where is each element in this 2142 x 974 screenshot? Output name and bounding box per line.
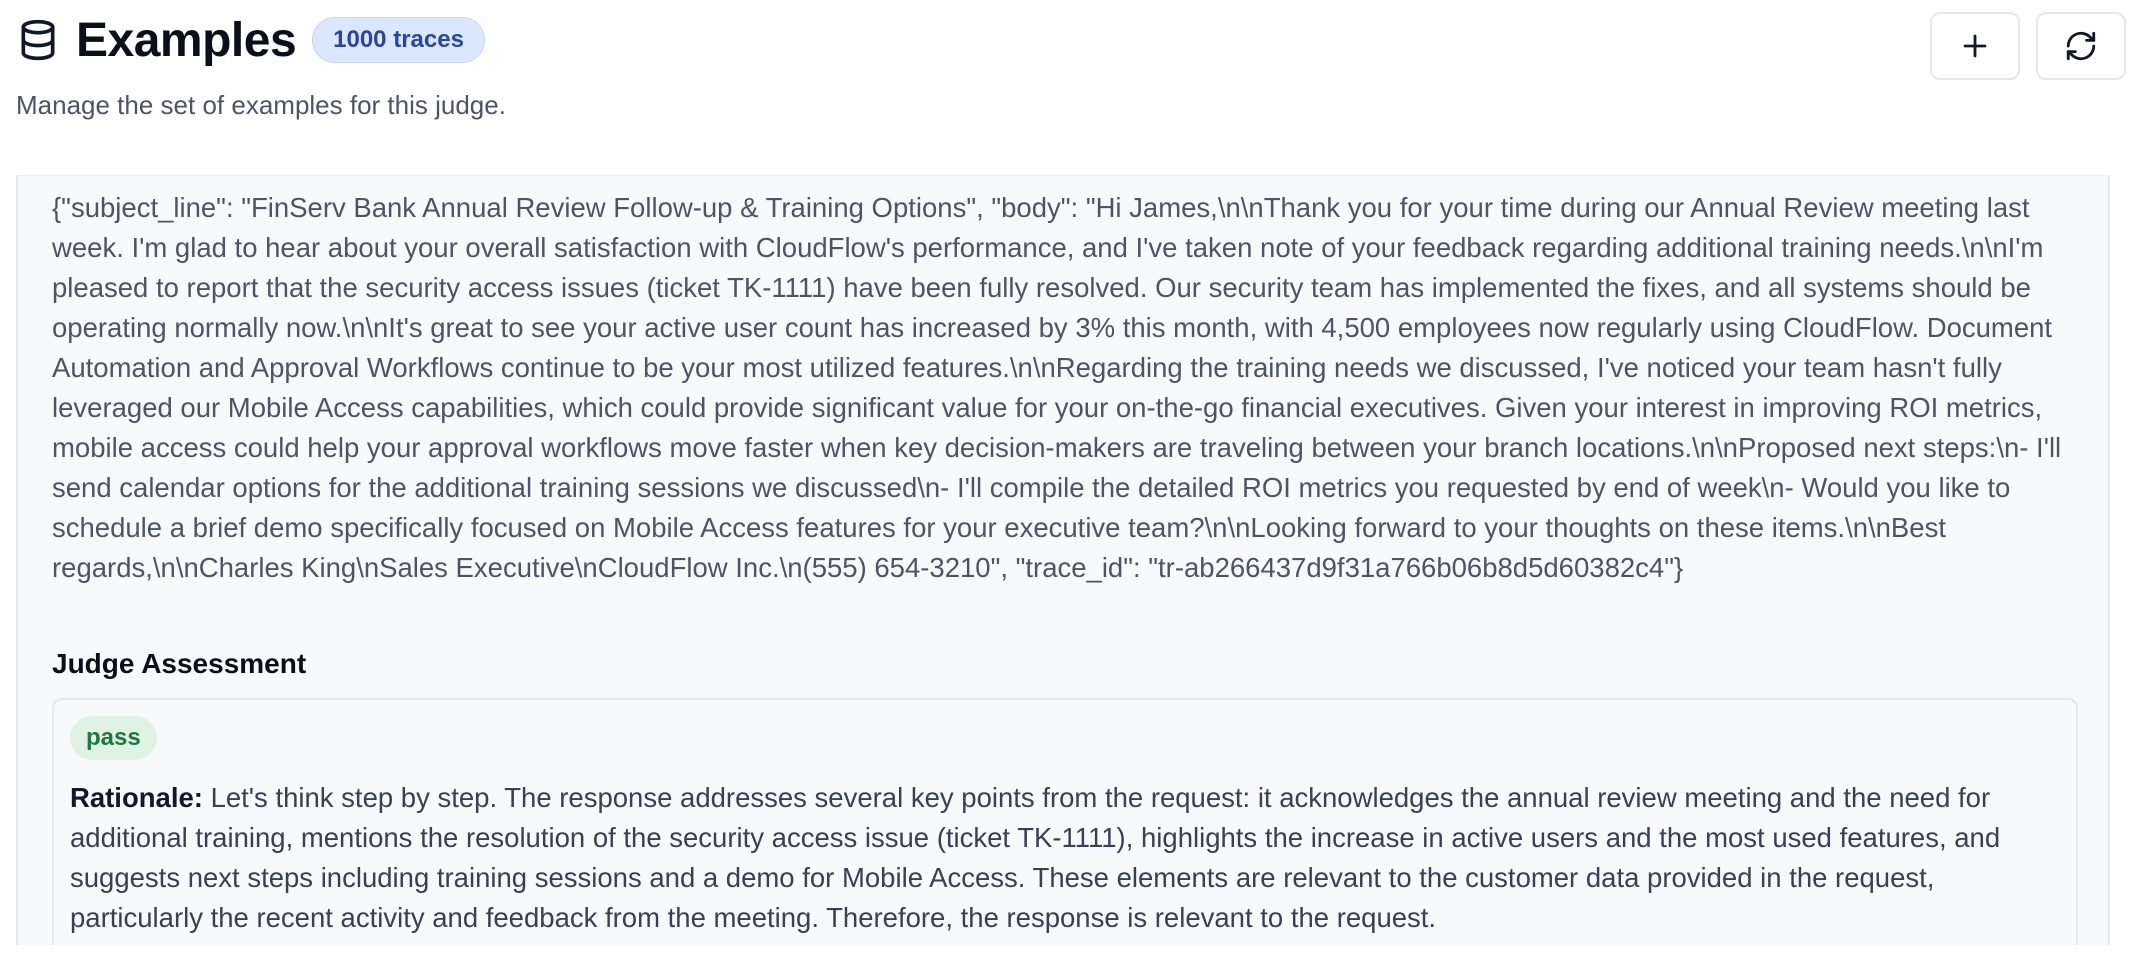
rationale-text: Let's think step by step. The response a… — [70, 782, 2001, 933]
refresh-icon — [2064, 29, 2098, 63]
judge-assessment-heading: Judge Assessment — [52, 648, 307, 679]
header-actions — [1930, 12, 2126, 80]
page-header: Examples 1000 traces — [16, 12, 2126, 82]
example-output-text: {"subject_line": "FinServ Bank Annual Re… — [52, 192, 2069, 583]
title-row: Examples 1000 traces — [16, 12, 2126, 68]
assessment-result-badge: pass — [70, 716, 157, 760]
page-subtitle: Manage the set of examples for this judg… — [16, 90, 506, 120]
add-example-button[interactable] — [1930, 12, 2020, 80]
example-detail-panel[interactable]: {"subject_line": "FinServ Bank Annual Re… — [16, 175, 2110, 945]
rationale-label: Rationale: — [70, 782, 203, 813]
page-title: Examples — [76, 13, 297, 67]
database-icon — [16, 18, 60, 62]
judge-assessment-card: pass Rationale: Let's think step by step… — [52, 698, 2078, 945]
plus-icon — [1958, 29, 1992, 63]
trace-count-badge: 1000 traces — [312, 17, 485, 63]
refresh-button[interactable] — [2036, 12, 2126, 80]
assessment-rationale: Rationale: Let's think step by step. The… — [70, 778, 2060, 938]
